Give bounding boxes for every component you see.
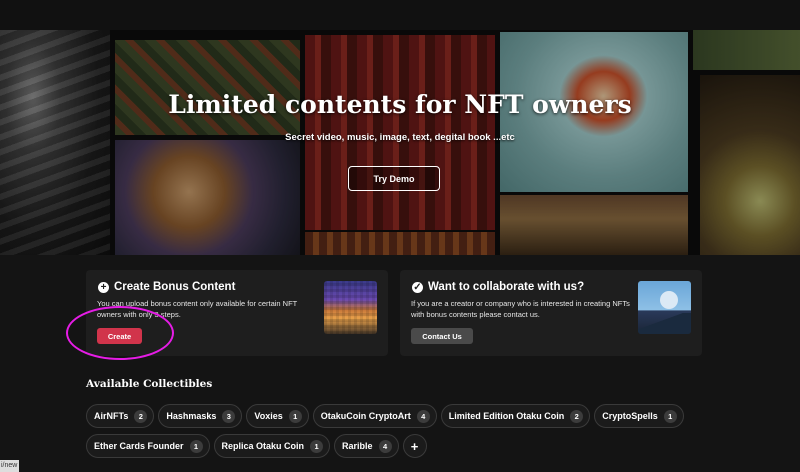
- chip-label: Voxies: [254, 411, 283, 421]
- hero-title: Limited contents for NFT owners: [168, 90, 632, 119]
- chip-count-badge: 3: [222, 409, 236, 423]
- chip-airnfts[interactable]: AirNFTs 2: [86, 404, 155, 428]
- top-bar: [0, 0, 800, 30]
- status-bar-url: i/new: [0, 460, 19, 472]
- chip-label: OtakuCoin CryptoArt: [320, 411, 411, 421]
- check-circle-icon: ✓: [412, 281, 423, 293]
- chip-rarible[interactable]: Rarible 4: [334, 434, 399, 458]
- chip-count-badge: 2: [134, 409, 148, 423]
- chip-count-badge: 4: [378, 439, 392, 453]
- chip-count-badge: 1: [310, 439, 324, 453]
- chip-label: Limited Edition Otaku Coin: [448, 411, 565, 421]
- chip-limited-edition-otaku-coin[interactable]: Limited Edition Otaku Coin 2: [440, 404, 591, 428]
- collaborate-description: If you are a creator or company who is i…: [411, 299, 630, 319]
- pixel-art-thumbnail: [324, 281, 377, 334]
- add-collectible-button[interactable]: +: [402, 434, 427, 458]
- hero-banner: Limited contents for NFT owners Secret v…: [0, 30, 800, 255]
- chip-count-badge: 1: [663, 409, 677, 423]
- chip-count-badge: 2: [570, 409, 584, 423]
- chip-label: CryptoSpells: [602, 411, 658, 421]
- chip-ether-cards-founder[interactable]: Ether Cards Founder 1: [86, 434, 210, 458]
- chip-cryptospells[interactable]: CryptoSpells 1: [594, 404, 684, 428]
- hero-subtitle: Secret video, music, image, text, degita…: [285, 132, 515, 143]
- chip-label: AirNFTs: [94, 411, 129, 421]
- chip-count-badge: 4: [416, 409, 430, 423]
- available-collectibles-heading: Available Collectibles: [86, 378, 213, 390]
- chip-replica-otaku-coin[interactable]: Replica Otaku Coin 1: [213, 434, 331, 458]
- chip-hashmasks[interactable]: Hashmasks 3: [158, 404, 243, 428]
- plus-circle-icon: +: [98, 281, 109, 293]
- chip-otakucoin-cryptoart[interactable]: OtakuCoin CryptoArt 4: [312, 404, 437, 428]
- chip-count-badge: 1: [288, 409, 302, 423]
- chip-label: Replica Otaku Coin: [221, 441, 305, 451]
- try-demo-button[interactable]: Try Demo: [348, 166, 440, 191]
- contact-us-button[interactable]: Contact Us: [411, 328, 473, 344]
- collectibles-chip-list: AirNFTs 2 Hashmasks 3 Voxies 1 OtakuCoin…: [86, 404, 706, 458]
- chip-label: Rarible: [342, 441, 373, 451]
- collaborate-card: ✓ Want to collaborate with us? If you ar…: [400, 270, 702, 356]
- chip-voxies[interactable]: Voxies 1: [246, 404, 309, 428]
- moon-landscape-thumbnail: [638, 281, 691, 334]
- create-bonus-title-text: Create Bonus Content: [114, 281, 236, 293]
- chip-label: Hashmasks: [166, 411, 217, 421]
- create-bonus-title: + Create Bonus Content: [98, 281, 235, 293]
- chip-label: Ether Cards Founder: [94, 441, 184, 451]
- collaborate-title-text: Want to collaborate with us?: [428, 281, 585, 293]
- collaborate-title: ✓ Want to collaborate with us?: [412, 281, 584, 293]
- chip-count-badge: 1: [189, 439, 203, 453]
- highlight-annotation-circle: [66, 306, 174, 360]
